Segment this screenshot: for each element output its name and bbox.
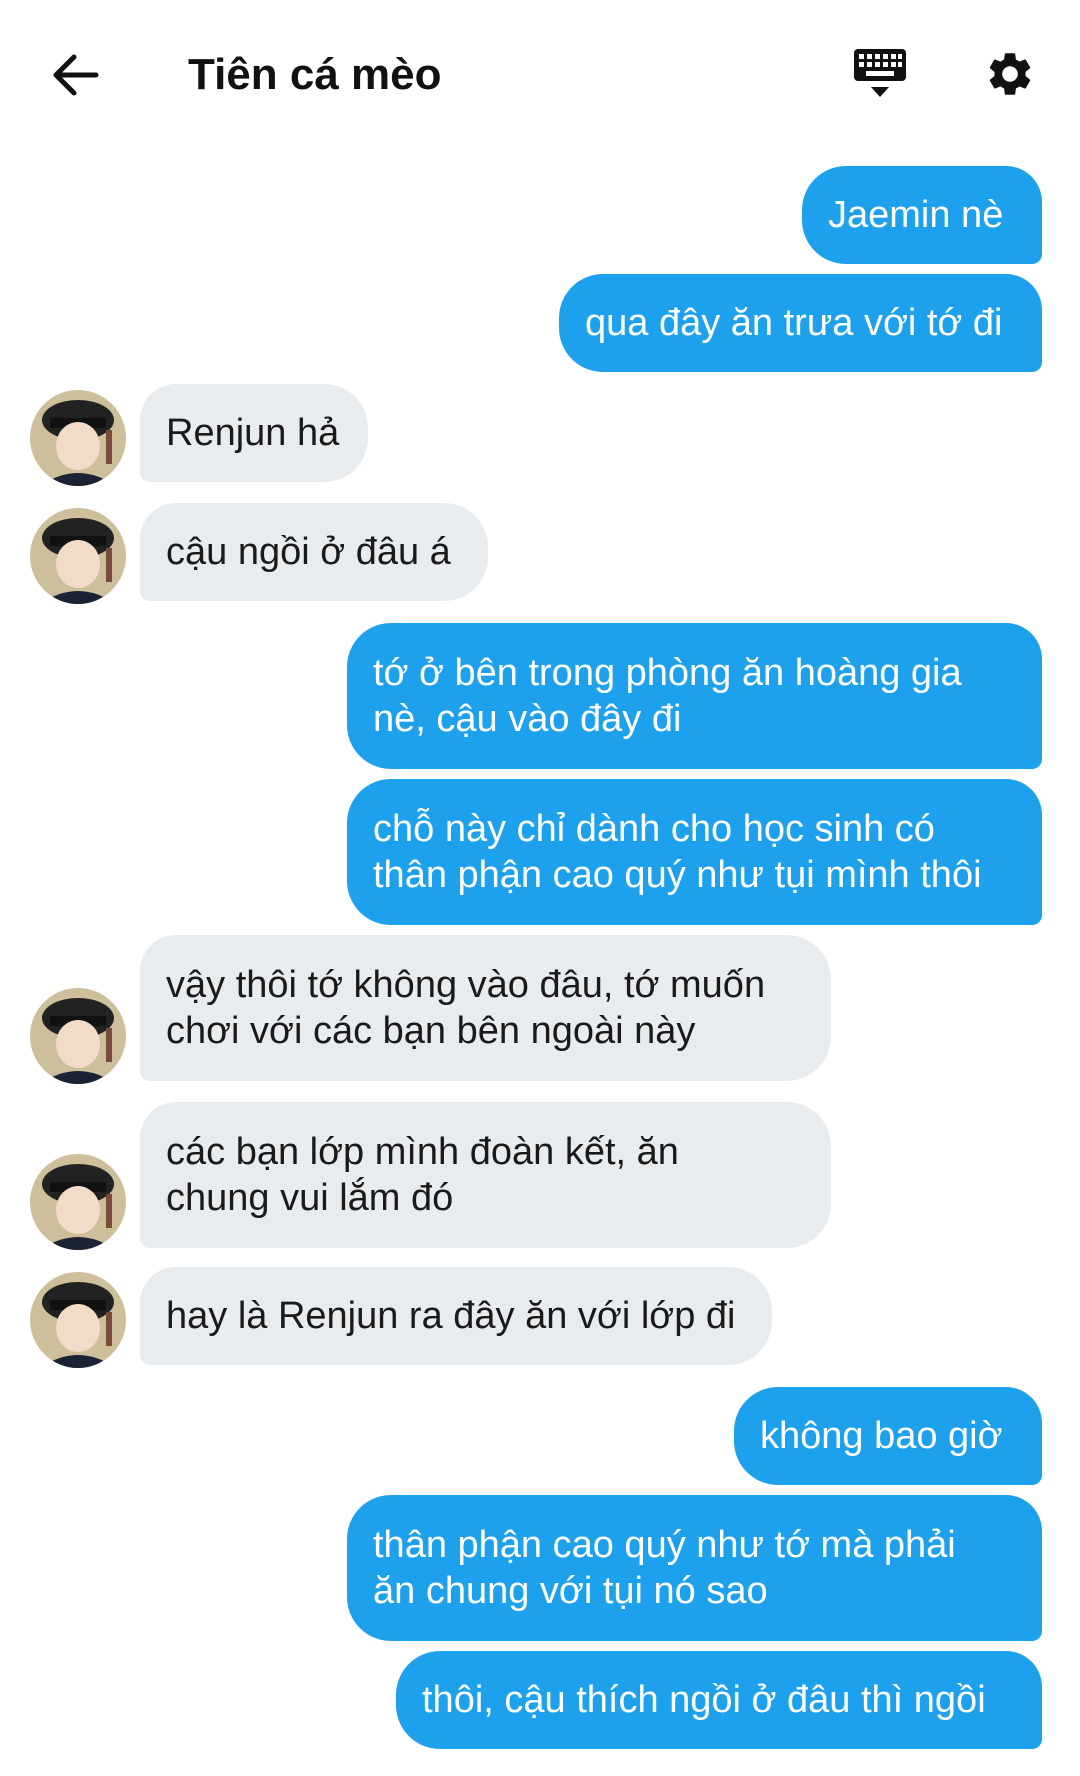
message-bubble-outgoing[interactable]: chỗ này chỉ dành cho học sinh có thân ph…	[347, 779, 1042, 925]
message-text: thôi, cậu thích ngồi ở đâu thì ngồi	[422, 1679, 986, 1721]
message-bubble-outgoing[interactable]: Jaemin nè	[802, 166, 1042, 264]
avatar[interactable]	[30, 508, 126, 604]
avatar[interactable]	[30, 1272, 126, 1368]
message-text: qua đây ăn trưa với tớ đi	[585, 302, 1003, 344]
avatar-image	[30, 988, 126, 1084]
avatar[interactable]	[30, 390, 126, 486]
avatar[interactable]	[30, 1154, 126, 1250]
message-bubble-outgoing[interactable]: thôi, cậu thích ngồi ở đâu thì ngồi	[396, 1651, 1042, 1749]
message-text: chỗ này chỉ dành cho học sinh có thân ph…	[373, 808, 982, 896]
message-bubble-outgoing[interactable]: không bao giờ	[734, 1387, 1042, 1485]
message-text: hay là Renjun ra đây ăn với lớp đi	[166, 1295, 736, 1337]
message-bubble-incoming[interactable]: cậu ngồi ở đâu á	[140, 503, 488, 601]
message-bubble-incoming[interactable]: Renjun hả	[140, 384, 368, 482]
message-bubble-incoming[interactable]: các bạn lớp mình đoàn kết, ăn chung vui …	[140, 1102, 831, 1248]
message-text: tớ ở bên trong phòng ăn hoàng gia nè, cậ…	[373, 652, 962, 740]
message-text: các bạn lớp mình đoàn kết, ăn chung vui …	[166, 1131, 679, 1219]
message-text: không bao giờ	[760, 1415, 1003, 1457]
message-text: vậy thôi tớ không vào đâu, tớ muốn chơi …	[166, 964, 766, 1052]
message-bubble-incoming[interactable]: hay là Renjun ra đây ăn với lớp đi	[140, 1267, 772, 1365]
avatar-image	[30, 1154, 126, 1250]
message-text: thân phận cao quý như tớ mà phải ăn chun…	[373, 1524, 956, 1612]
message-text: Renjun hả	[166, 412, 340, 454]
avatar-image	[30, 390, 126, 486]
message-bubble-outgoing[interactable]: qua đây ăn trưa với tớ đi	[559, 274, 1042, 372]
avatar-image	[30, 508, 126, 604]
message-text: cậu ngồi ở đâu á	[166, 531, 451, 573]
message-text: Jaemin nè	[828, 194, 1004, 236]
message-bubble-outgoing[interactable]: thân phận cao quý như tớ mà phải ăn chun…	[347, 1495, 1042, 1641]
message-bubble-outgoing[interactable]: tớ ở bên trong phòng ăn hoàng gia nè, cậ…	[347, 623, 1042, 769]
avatar-image	[30, 1272, 126, 1368]
message-list[interactable]: Jaemin nè qua đây ăn trưa với tớ đi Renj…	[0, 0, 1080, 1776]
message-bubble-incoming[interactable]: vậy thôi tớ không vào đâu, tớ muốn chơi …	[140, 935, 831, 1081]
avatar[interactable]	[30, 988, 126, 1084]
